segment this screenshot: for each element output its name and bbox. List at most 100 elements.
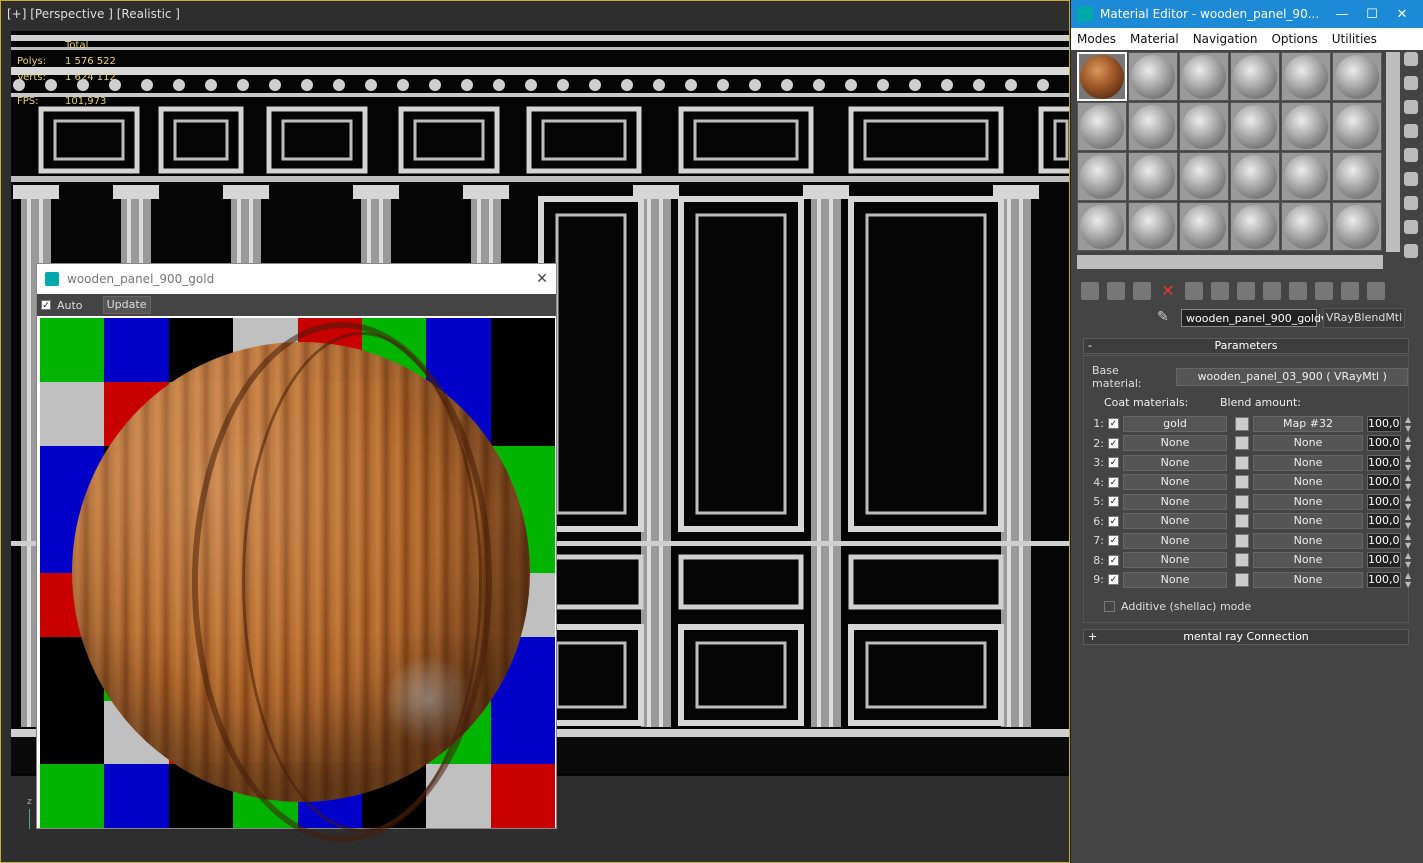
- sample-slot[interactable]: [1128, 102, 1178, 151]
- sample-slot[interactable]: [1281, 102, 1331, 151]
- coat-enable-checkbox[interactable]: ✓: [1108, 574, 1119, 586]
- spinner-arrows-icon[interactable]: ▲ ▼: [1405, 493, 1411, 511]
- coat-enable-checkbox[interactable]: ✓: [1108, 418, 1119, 430]
- blend-color-swatch[interactable]: [1235, 553, 1249, 568]
- coat-material-button[interactable]: None: [1123, 474, 1227, 491]
- parameters-rollout-header[interactable]: - Parameters: [1083, 338, 1409, 354]
- blend-map-button[interactable]: None: [1253, 454, 1363, 471]
- material-name-field[interactable]: wooden_panel_900_gold ▾: [1181, 309, 1326, 327]
- menu-modes[interactable]: Modes: [1077, 32, 1116, 46]
- preview-titlebar[interactable]: wooden_panel_900_gold ✕: [37, 264, 556, 294]
- slots-horizontal-scrollbar[interactable]: [1077, 255, 1383, 269]
- coat-enable-checkbox[interactable]: ✓: [1108, 515, 1119, 527]
- blend-amount-spinner[interactable]: 100,0: [1367, 513, 1401, 530]
- blend-map-button[interactable]: None: [1253, 513, 1363, 530]
- sample-slot[interactable]: [1230, 102, 1280, 151]
- blend-color-swatch[interactable]: [1235, 436, 1249, 451]
- sample-slot[interactable]: [1179, 102, 1229, 151]
- sample-slot[interactable]: [1179, 152, 1229, 201]
- sample-slot[interactable]: [1179, 202, 1229, 251]
- sample-type-icon[interactable]: [1404, 52, 1418, 66]
- show-shaded-icon[interactable]: [1289, 282, 1307, 300]
- blend-amount-spinner[interactable]: 100,0: [1367, 435, 1401, 452]
- put-to-scene-icon[interactable]: [1107, 282, 1125, 300]
- sample-slot[interactable]: [1128, 52, 1178, 101]
- blend-amount-spinner[interactable]: 100,0: [1367, 415, 1401, 432]
- sample-slot[interactable]: [1230, 52, 1280, 101]
- spinner-arrows-icon[interactable]: ▲ ▼: [1405, 454, 1411, 472]
- blend-amount-spinner[interactable]: 100,0: [1367, 474, 1401, 491]
- go-to-parent-icon[interactable]: [1341, 282, 1359, 300]
- spinner-arrows-icon[interactable]: ▲ ▼: [1405, 532, 1411, 550]
- coat-material-button[interactable]: gold: [1123, 415, 1227, 432]
- blend-map-button[interactable]: None: [1253, 474, 1363, 491]
- sample-slot[interactable]: [1332, 102, 1382, 151]
- blend-color-swatch[interactable]: [1235, 475, 1249, 490]
- blend-amount-spinner[interactable]: 100,0: [1367, 532, 1401, 549]
- blend-map-button[interactable]: None: [1253, 552, 1363, 569]
- sample-slot[interactable]: [1077, 52, 1127, 101]
- blend-map-button[interactable]: None: [1253, 435, 1363, 452]
- coat-enable-checkbox[interactable]: ✓: [1108, 554, 1119, 566]
- material-editor-titlebar[interactable]: Material Editor - wooden_panel_90... — ☐…: [1071, 0, 1423, 28]
- spinner-arrows-icon[interactable]: ▲ ▼: [1405, 512, 1411, 530]
- close-icon[interactable]: ✕: [1387, 7, 1417, 22]
- collapse-icon[interactable]: -: [1088, 339, 1092, 353]
- show-end-result-icon[interactable]: [1315, 282, 1333, 300]
- sample-slot[interactable]: [1128, 152, 1178, 201]
- coat-enable-checkbox[interactable]: ✓: [1108, 437, 1119, 449]
- material-editor-window[interactable]: Material Editor - wooden_panel_90... — ☐…: [1070, 0, 1423, 863]
- sample-slot[interactable]: [1230, 152, 1280, 201]
- menu-navigation[interactable]: Navigation: [1193, 32, 1258, 46]
- coat-enable-checkbox[interactable]: ✓: [1108, 535, 1119, 547]
- coat-material-button[interactable]: None: [1123, 552, 1227, 569]
- background-icon[interactable]: [1404, 100, 1418, 114]
- minimize-icon[interactable]: —: [1327, 7, 1357, 22]
- sample-slot[interactable]: [1077, 202, 1127, 251]
- blend-map-button[interactable]: None: [1253, 493, 1363, 510]
- sample-slot[interactable]: [1077, 152, 1127, 201]
- backlight-icon[interactable]: [1404, 76, 1418, 90]
- coat-material-button[interactable]: None: [1123, 435, 1227, 452]
- spinner-arrows-icon[interactable]: ▲ ▼: [1405, 473, 1411, 491]
- blend-color-swatch[interactable]: [1235, 514, 1249, 529]
- video-color-check-icon[interactable]: [1404, 148, 1418, 162]
- sample-slot[interactable]: [1179, 52, 1229, 101]
- menu-utilities[interactable]: Utilities: [1332, 32, 1377, 46]
- coat-material-button[interactable]: None: [1123, 493, 1227, 510]
- mental-ray-rollout-header[interactable]: + mental ray Connection: [1083, 629, 1409, 645]
- blend-color-swatch[interactable]: [1235, 455, 1249, 470]
- spinner-arrows-icon[interactable]: ▲ ▼: [1405, 415, 1411, 433]
- assign-to-selection-icon[interactable]: [1133, 282, 1151, 300]
- sample-slot[interactable]: [1230, 202, 1280, 251]
- spinner-arrows-icon[interactable]: ▲ ▼: [1405, 551, 1411, 569]
- put-to-library-icon[interactable]: [1237, 282, 1255, 300]
- blend-amount-spinner[interactable]: 100,0: [1367, 552, 1401, 569]
- blend-amount-spinner[interactable]: 100,0: [1367, 493, 1401, 510]
- coat-material-button[interactable]: None: [1123, 454, 1227, 471]
- menu-options[interactable]: Options: [1271, 32, 1317, 46]
- blend-map-button[interactable]: None: [1253, 532, 1363, 549]
- make-unique-icon[interactable]: [1211, 282, 1229, 300]
- blend-color-swatch[interactable]: [1235, 533, 1249, 548]
- sample-slot[interactable]: [1332, 202, 1382, 251]
- auto-checkbox[interactable]: ✓: [41, 300, 51, 311]
- coat-enable-checkbox[interactable]: ✓: [1108, 457, 1119, 469]
- options-icon[interactable]: [1404, 196, 1418, 210]
- material-type-button[interactable]: VRayBlendMtl: [1323, 308, 1405, 328]
- base-material-button[interactable]: wooden_panel_03_900 ( VRayMtl ): [1176, 368, 1408, 386]
- blend-color-swatch[interactable]: [1235, 416, 1249, 431]
- expand-icon[interactable]: +: [1088, 630, 1097, 644]
- material-preview-window[interactable]: wooden_panel_900_gold ✕ ✓ Auto Update: [36, 263, 557, 842]
- spinner-arrows-icon[interactable]: ▲ ▼: [1405, 571, 1411, 589]
- menu-material[interactable]: Material: [1130, 32, 1179, 46]
- make-preview-icon[interactable]: [1404, 172, 1418, 186]
- coat-enable-checkbox[interactable]: ✓: [1108, 476, 1119, 488]
- close-icon[interactable]: ✕: [528, 271, 556, 287]
- blend-color-swatch[interactable]: [1235, 494, 1249, 509]
- blend-amount-spinner[interactable]: 100,0: [1367, 571, 1401, 588]
- sample-slot[interactable]: [1281, 152, 1331, 201]
- coat-material-button[interactable]: None: [1123, 513, 1227, 530]
- reset-map-icon[interactable]: ✕: [1159, 282, 1177, 300]
- blend-map-button[interactable]: None: [1253, 571, 1363, 588]
